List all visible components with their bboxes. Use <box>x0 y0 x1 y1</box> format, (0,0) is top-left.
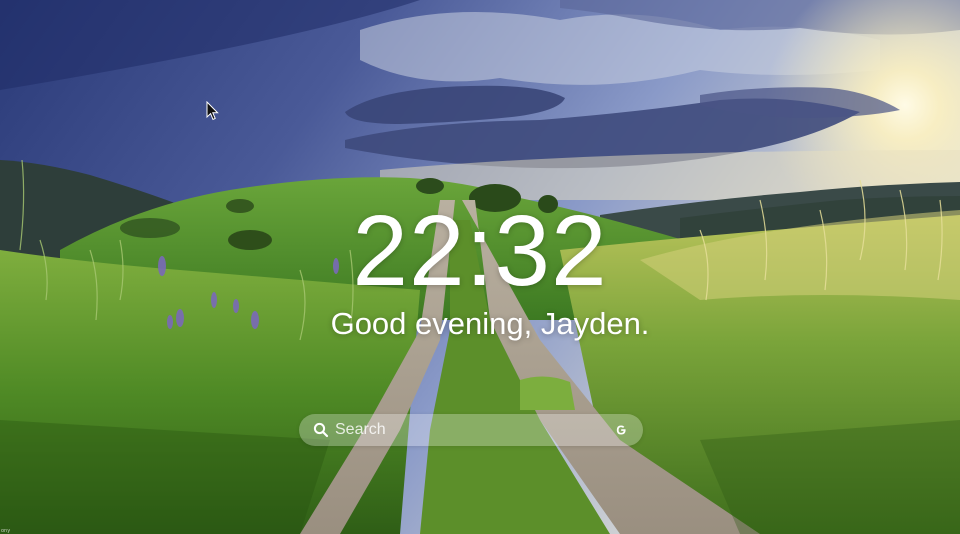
greeting-text: Good evening, Jayden. <box>330 306 650 341</box>
mouse-cursor-icon <box>206 101 219 121</box>
corner-text: ony <box>1 528 11 534</box>
clock-time: 22:32 <box>352 195 608 307</box>
search-icon <box>313 422 329 438</box>
google-icon[interactable] <box>614 423 628 437</box>
search-input[interactable] <box>335 418 595 442</box>
new-tab-page: 22:32 Good evening, Jayden. ony <box>0 0 960 534</box>
search-bar[interactable] <box>299 414 643 446</box>
